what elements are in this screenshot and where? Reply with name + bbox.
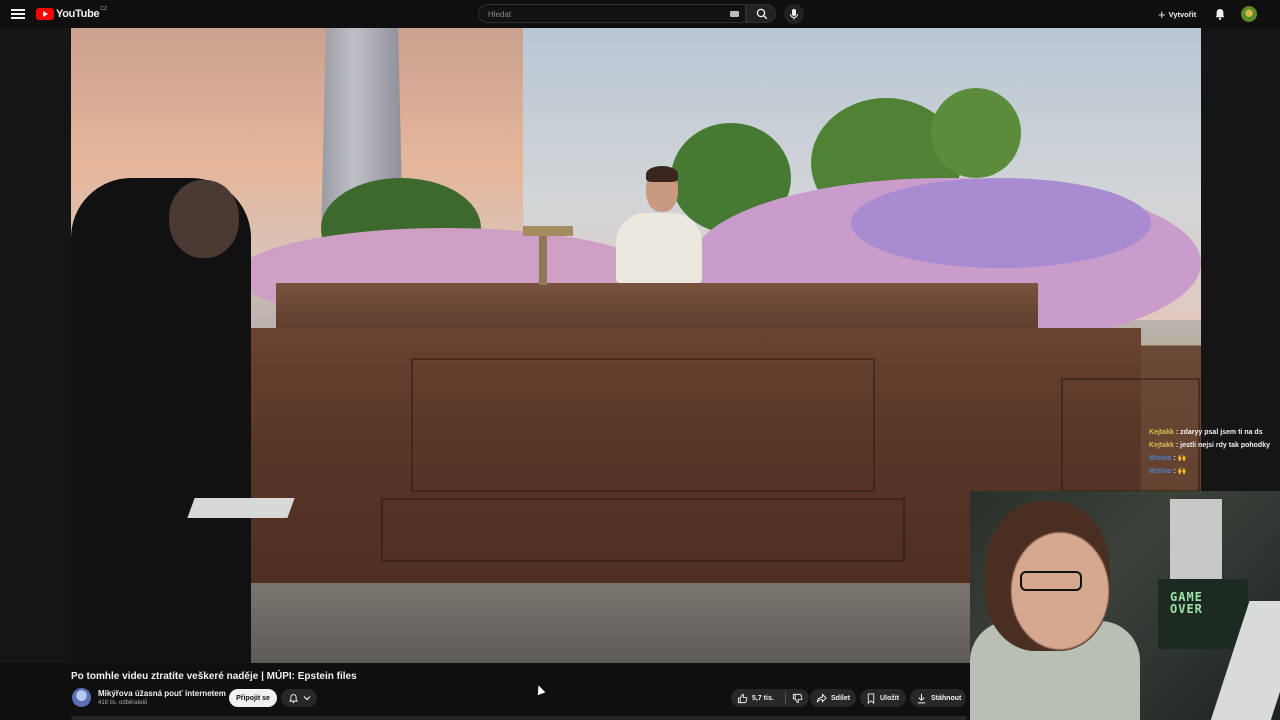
chat-message: Mrzloo : 🙌 (1149, 465, 1279, 478)
video-title: Po tomhle videu ztratíte veškeré naděje … (71, 671, 357, 682)
chat-username: Kejtakk (1149, 442, 1174, 449)
download-button[interactable]: Stáhnout (910, 689, 966, 707)
save-icon (867, 692, 875, 704)
youtube-logo[interactable]: YouTube CZ (36, 6, 107, 21)
video-speaker (616, 213, 702, 283)
notifications-button[interactable] (1213, 7, 1227, 21)
chat-text: : jestli nejsi rdy tak pohodky (1173, 442, 1270, 449)
channel-avatar[interactable] (72, 688, 91, 707)
masthead: YouTube CZ + Vytvořit (0, 0, 1280, 28)
chat-message: Kejtakk : zdaryy psal jsem ti na ds (1149, 426, 1279, 439)
logo-country-code: CZ (100, 6, 107, 12)
thumbs-up-icon (737, 693, 748, 703)
chat-message: Kejtakk : jestli nejsi rdy tak pohodky (1149, 439, 1279, 452)
chat-text: : zdaryy psal jsem ti na ds (1173, 429, 1263, 436)
mic-icon (790, 9, 798, 20)
mouse-cursor (534, 683, 546, 696)
webcam-background-door (1170, 499, 1222, 579)
chat-text: : 🙌 (1171, 468, 1187, 475)
download-label: Stáhnout (931, 694, 962, 702)
like-count: 5,7 tis. (752, 694, 774, 702)
search-button[interactable] (746, 4, 776, 23)
chat-username: Mrzloo (1149, 468, 1172, 475)
video-man-head (169, 180, 239, 258)
video-paper (187, 498, 295, 518)
create-button[interactable]: + Vytvořit (1158, 6, 1196, 22)
share-label: Sdílet (831, 694, 851, 702)
search-icon (756, 8, 768, 20)
save-button[interactable]: Uložit (860, 689, 906, 707)
share-button[interactable]: Sdílet (810, 689, 856, 707)
account-avatar[interactable] (1241, 6, 1257, 22)
save-label: Uložit (880, 694, 900, 702)
bell-icon (288, 693, 298, 703)
logo-text: YouTube (56, 8, 100, 20)
thumbs-down-icon (792, 693, 803, 703)
subscriber-count: 418 tis. odběratelů (98, 700, 148, 706)
create-label: Vytvořit (1168, 9, 1197, 19)
dislike-button[interactable] (792, 693, 803, 704)
video-lectern (539, 233, 547, 285)
keyboard-icon[interactable] (730, 11, 739, 17)
bell-icon (1215, 9, 1225, 20)
search-input[interactable] (486, 9, 720, 20)
video-blossom (851, 178, 1151, 268)
video-desk-panel (381, 498, 905, 562)
join-button[interactable]: Připojit se (229, 689, 277, 707)
video-speaker-hair (646, 166, 678, 182)
search-box[interactable] (478, 4, 746, 23)
chat-message: Mrzloo : 🙌 (1149, 452, 1279, 465)
video-desk-top (276, 283, 1038, 331)
chat-username: Mrzloo (1149, 455, 1172, 462)
subscription-bell-button[interactable] (281, 689, 317, 707)
menu-icon[interactable] (11, 7, 25, 21)
channel-name[interactable]: Mikýřova úžasná pouť internetem (98, 689, 226, 698)
chevron-down-icon (303, 696, 310, 701)
description-box-edge[interactable] (71, 716, 967, 720)
youtube-logo-icon (36, 8, 54, 20)
plus-icon: + (1158, 6, 1166, 22)
video-tree (931, 88, 1021, 178)
video-lectern-top (523, 226, 573, 236)
game-over-sign: GAME OVER (1170, 590, 1203, 616)
like-divider (785, 692, 786, 704)
like-button[interactable]: 5,7 tis. (737, 693, 785, 704)
like-dislike-group: 5,7 tis. (731, 689, 809, 707)
download-icon (917, 693, 926, 703)
share-icon (816, 692, 827, 703)
chat-text: : 🙌 (1171, 455, 1187, 462)
streamer-glasses (1020, 571, 1082, 591)
voice-search-button[interactable] (784, 4, 804, 24)
chat-username: Kejtakk (1149, 429, 1174, 436)
webcam-overlay: GAME OVER (970, 491, 1280, 720)
video-desk-panel (411, 358, 875, 492)
chat-overlay: Kejtakk : zdaryy psal jsem ti na ds Kejt… (1149, 426, 1279, 478)
